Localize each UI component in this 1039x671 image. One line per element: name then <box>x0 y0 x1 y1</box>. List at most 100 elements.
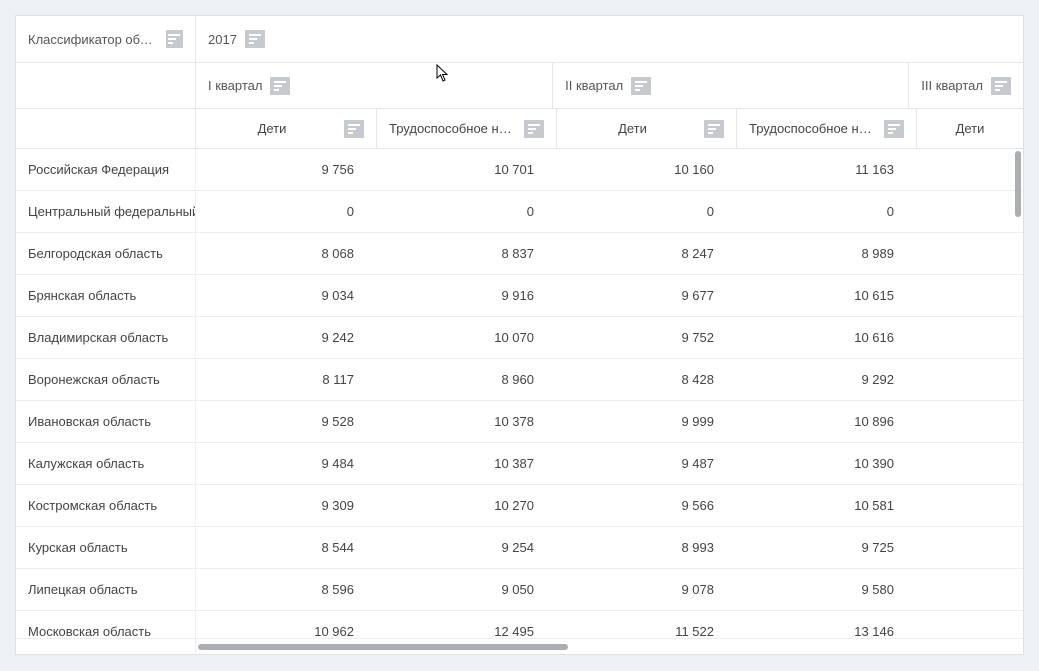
pivot-body[interactable]: Российская Федерация9 75610 70110 16011 … <box>16 149 1023 638</box>
metric-label: Трудоспособное на... <box>749 121 876 136</box>
horizontal-scrollbar-thumb[interactable] <box>198 644 568 650</box>
table-row[interactable]: Ивановская область9 52810 3789 99910 896 <box>16 401 1023 443</box>
data-cell: 8 117 <box>196 359 376 400</box>
data-cell: 9 078 <box>556 569 736 610</box>
quarter-label: II квартал <box>565 78 623 93</box>
quarter-label: III квартал <box>921 78 983 93</box>
row-dimension-header[interactable]: Классификатор объект... <box>16 16 196 62</box>
metric-header-working-q1[interactable]: Трудоспособное на... <box>376 109 556 148</box>
horizontal-scrollbar-track[interactable] <box>196 639 1023 654</box>
data-cell: 12 495 <box>376 611 556 638</box>
data-cell: 10 378 <box>376 401 556 442</box>
data-cell: 8 544 <box>196 527 376 568</box>
year-header[interactable]: 2017 <box>196 16 1023 62</box>
data-cell <box>916 359 1023 400</box>
quarter-header-1[interactable]: I квартал <box>196 62 552 108</box>
metric-header-children-q1[interactable]: Дети <box>196 109 376 148</box>
data-cell: 0 <box>376 191 556 232</box>
sort-icon[interactable] <box>524 120 544 138</box>
data-cell: 8 247 <box>556 233 736 274</box>
pivot-table: Классификатор объект... 2017 I квартал <box>15 15 1024 655</box>
pivot-header: Классификатор объект... 2017 I квартал <box>16 16 1023 149</box>
row-label: Воронежская область <box>16 359 196 400</box>
data-cell: 9 752 <box>556 317 736 358</box>
table-row[interactable]: Центральный федеральный...0000 <box>16 191 1023 233</box>
data-cell <box>916 401 1023 442</box>
data-cell: 10 070 <box>376 317 556 358</box>
row-label: Костромская область <box>16 485 196 526</box>
table-row[interactable]: Липецкая область8 5969 0509 0789 580 <box>16 569 1023 611</box>
horizontal-scrollbar-area <box>16 638 1023 654</box>
sort-icon[interactable] <box>166 30 183 48</box>
sort-icon[interactable] <box>991 77 1011 95</box>
data-cell: 10 962 <box>196 611 376 638</box>
table-row[interactable]: Российская Федерация9 75610 70110 16011 … <box>16 149 1023 191</box>
quarter-header-2[interactable]: II квартал <box>552 62 908 108</box>
data-cell: 10 270 <box>376 485 556 526</box>
table-row[interactable]: Костромская область9 30910 2709 56610 58… <box>16 485 1023 527</box>
data-cell: 9 999 <box>556 401 736 442</box>
data-cell <box>916 233 1023 274</box>
quarter-label: I квартал <box>208 78 262 93</box>
data-cell: 9 242 <box>196 317 376 358</box>
data-cell <box>916 485 1023 526</box>
row-label: Владимирская область <box>16 317 196 358</box>
data-cell: 8 989 <box>736 233 916 274</box>
data-cell <box>916 569 1023 610</box>
table-row[interactable]: Курская область8 5449 2548 9939 725 <box>16 527 1023 569</box>
year-label: 2017 <box>208 32 237 47</box>
data-cell: 9 756 <box>196 149 376 190</box>
data-cell: 9 528 <box>196 401 376 442</box>
table-row[interactable]: Владимирская область9 24210 0709 75210 6… <box>16 317 1023 359</box>
row-label: Ивановская область <box>16 401 196 442</box>
table-row[interactable]: Калужская область9 48410 3879 48710 390 <box>16 443 1023 485</box>
metric-header-children-q3[interactable]: Дети <box>916 109 1023 148</box>
data-cell: 8 993 <box>556 527 736 568</box>
table-row[interactable]: Московская область10 96212 49511 52213 1… <box>16 611 1023 638</box>
data-cell: 9 487 <box>556 443 736 484</box>
data-cell: 9 916 <box>376 275 556 316</box>
data-cell: 10 615 <box>736 275 916 316</box>
data-cell: 0 <box>196 191 376 232</box>
data-cell: 9 677 <box>556 275 736 316</box>
quarter-header-3[interactable]: III квартал <box>908 62 1023 108</box>
data-cell: 11 522 <box>556 611 736 638</box>
sort-icon[interactable] <box>631 77 651 95</box>
sort-icon[interactable] <box>344 120 364 138</box>
data-cell: 10 896 <box>736 401 916 442</box>
vertical-scrollbar-thumb[interactable] <box>1015 151 1021 217</box>
table-row[interactable]: Брянская область9 0349 9169 67710 615 <box>16 275 1023 317</box>
table-row[interactable]: Белгородская область8 0688 8378 2478 989 <box>16 233 1023 275</box>
metric-label: Трудоспособное на... <box>389 121 516 136</box>
row-label: Курская область <box>16 527 196 568</box>
data-cell <box>916 527 1023 568</box>
sort-icon[interactable] <box>245 30 265 48</box>
row-label: Калужская область <box>16 443 196 484</box>
data-cell: 8 837 <box>376 233 556 274</box>
row-label: Брянская область <box>16 275 196 316</box>
data-cell: 9 566 <box>556 485 736 526</box>
data-cell <box>916 317 1023 358</box>
data-cell: 8 428 <box>556 359 736 400</box>
data-cell: 13 146 <box>736 611 916 638</box>
header-spacer <box>16 109 196 149</box>
data-cell: 10 701 <box>376 149 556 190</box>
sort-icon[interactable] <box>704 120 724 138</box>
metric-header-children-q2[interactable]: Дети <box>556 109 736 148</box>
data-cell: 10 581 <box>736 485 916 526</box>
row-label: Российская Федерация <box>16 149 196 190</box>
metric-label: Дети <box>569 121 696 136</box>
metric-header-working-q2[interactable]: Трудоспособное на... <box>736 109 916 148</box>
sort-icon[interactable] <box>884 120 904 138</box>
data-cell: 9 309 <box>196 485 376 526</box>
sort-icon[interactable] <box>270 77 290 95</box>
hscroll-spacer <box>16 639 196 654</box>
data-cell: 9 050 <box>376 569 556 610</box>
header-spacer <box>16 62 196 108</box>
data-cell: 11 163 <box>736 149 916 190</box>
data-cell: 9 725 <box>736 527 916 568</box>
table-row[interactable]: Воронежская область8 1178 9608 4289 292 <box>16 359 1023 401</box>
row-label: Центральный федеральный... <box>16 191 196 232</box>
data-cell: 9 292 <box>736 359 916 400</box>
data-cell: 9 580 <box>736 569 916 610</box>
